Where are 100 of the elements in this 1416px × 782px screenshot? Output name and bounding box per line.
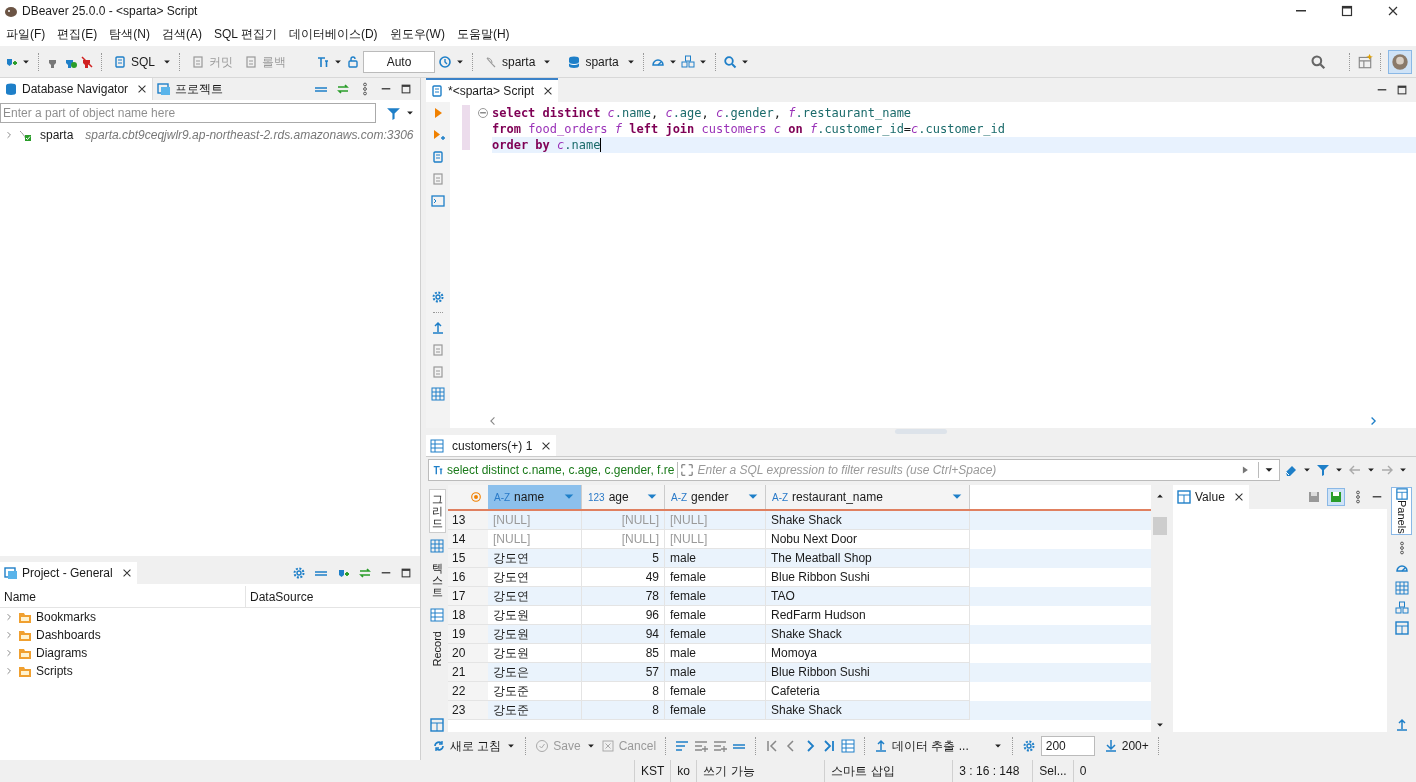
row-number: 22 [448,682,488,701]
export-button[interactable]: 데이터 추출 ... [874,737,969,755]
status-field: 쓰기 가능 [696,760,825,782]
export-icon[interactable] [1394,718,1409,732]
table-cell[interactable]: 강도준 [488,701,582,720]
eraser-icon[interactable] [1284,463,1298,477]
scrollbar-thumb[interactable] [1152,517,1167,535]
avatar-button[interactable] [1388,49,1412,74]
scroll-left-icon[interactable] [488,416,498,426]
maximize-icon[interactable] [1340,4,1354,18]
tree-item[interactable]: sparta [40,126,74,144]
panel-icon[interactable] [1394,620,1409,635]
column-header[interactable]: Name [0,586,246,607]
column-header[interactable]: DataSource [246,586,420,607]
settings-icon[interactable] [431,290,445,304]
view-tab[interactable]: 그리드 [428,489,446,534]
filter-icon[interactable] [386,105,401,121]
schema-selector[interactable]: sparta [563,52,623,71]
first-page-icon[interactable] [765,739,780,753]
select-all-icon[interactable] [470,491,482,503]
window-icon [4,566,18,580]
run-icon[interactable] [1240,465,1250,475]
database-icon [4,82,18,96]
column-header[interactable]: 123 age [582,485,665,509]
history-icon[interactable] [438,54,452,69]
maximize-icon[interactable] [1396,84,1408,96]
status-field: ko [670,760,697,782]
menu-item[interactable]: 편집(E) [51,25,104,43]
search-icon[interactable] [722,54,737,69]
document-icon [191,54,205,69]
editor-tab[interactable]: *<sparta> Script [426,78,559,102]
column-header[interactable]: A-Z gender [665,485,766,509]
add-row-icon[interactable] [694,739,709,753]
tree-item[interactable]: Dashboards [36,626,101,644]
view-tab[interactable]: Record [426,627,448,670]
menu-item[interactable]: 탐색(N) [103,25,156,43]
menu-item[interactable]: 윈도우(W) [383,25,451,43]
tree-item[interactable]: Diagrams [36,644,88,662]
run-new-tab-icon[interactable] [431,128,445,142]
table-cell[interactable]: Shake Shack [766,701,970,720]
menu-item[interactable]: 도움말(H) [450,25,516,43]
transaction-mode-field[interactable]: Auto [363,50,435,73]
panel-tab[interactable]: Database Navigator [0,78,153,100]
results-tab[interactable]: customers(+) 1 [426,435,557,456]
chart-icon[interactable] [1394,600,1409,615]
datasource-icon [484,54,498,69]
search-icon[interactable] [1310,53,1326,70]
perspective-icon[interactable] [1357,53,1373,70]
auto-save-toggle[interactable] [1327,488,1345,506]
last-page-icon[interactable] [822,739,837,753]
copy-row-icon[interactable] [713,739,728,753]
table-cell[interactable]: female [665,701,766,720]
column-header[interactable]: A-Z name [488,485,582,509]
filter-icon[interactable] [1316,463,1330,477]
script-icon[interactable] [431,150,445,164]
edit-rows-icon[interactable] [675,739,690,753]
tree-item[interactable]: Scripts [36,662,73,680]
expand-icon[interactable] [681,464,694,476]
close-icon[interactable] [1386,4,1400,18]
filter-field[interactable]: select distinct c.name, c.age, c.gender, f.re Enter a SQL expression to filter results (use Ctrl+Space) [428,459,1280,481]
datasource-selector[interactable]: sparta [480,52,540,71]
save-icon[interactable] [1307,490,1321,504]
grid-icon[interactable] [430,539,444,554]
filter-field[interactable]: Enter a part of object name here [0,103,376,123]
record-icon[interactable] [430,718,444,732]
table-icon[interactable] [430,607,444,622]
splitter-handle[interactable] [895,429,947,434]
menu-item[interactable]: 데이터베이스(D) [282,25,384,43]
link-icon[interactable] [358,566,372,580]
link-icon[interactable] [336,82,350,96]
status-field: 스마트 삽입 [824,760,953,782]
menu-item[interactable]: 파일(F) [0,25,52,43]
maximize-icon[interactable] [400,83,412,95]
scroll-right-icon[interactable] [1368,416,1378,426]
panel-tab[interactable]: Project - General [0,562,137,584]
menu-item[interactable]: SQL 편집기 [208,25,283,43]
table-cell[interactable]: 8 [582,701,665,720]
refresh-button[interactable]: 새로 고침 [432,737,502,755]
panel-tab[interactable]: Value [1173,485,1249,509]
boxes-icon[interactable] [680,54,695,69]
settings-icon[interactable] [292,566,306,580]
connection-url: sparta.cbt9ceqjwlr9.ap-northeast-2.rds.amazonaws.com:3306 [85,127,414,144]
panels-tab[interactable]: Panels [1391,487,1412,535]
column-header[interactable]: A-Z restaurant_name [766,485,970,509]
fetch-all-button[interactable]: 200+ [1103,737,1149,755]
fetch-size-field[interactable]: 200 [1040,736,1095,756]
grid-icon[interactable] [1394,580,1409,595]
format-icon[interactable] [316,54,330,69]
grid-icon[interactable] [431,387,445,401]
disconnect-icon[interactable] [80,54,94,69]
terminal-icon[interactable] [431,194,445,208]
horizontal-scrollbar[interactable] [488,414,1378,428]
menu-item[interactable]: 검색(A) [156,25,208,43]
view-tab[interactable]: 텍스트 [429,559,445,602]
export-icon[interactable] [431,321,445,335]
page-icon[interactable] [841,739,856,753]
tree-item[interactable]: Bookmarks [36,608,97,626]
sql-editor-button[interactable]: SQL [109,52,159,71]
settings-icon[interactable] [1021,739,1036,753]
maximize-icon[interactable] [400,567,412,579]
